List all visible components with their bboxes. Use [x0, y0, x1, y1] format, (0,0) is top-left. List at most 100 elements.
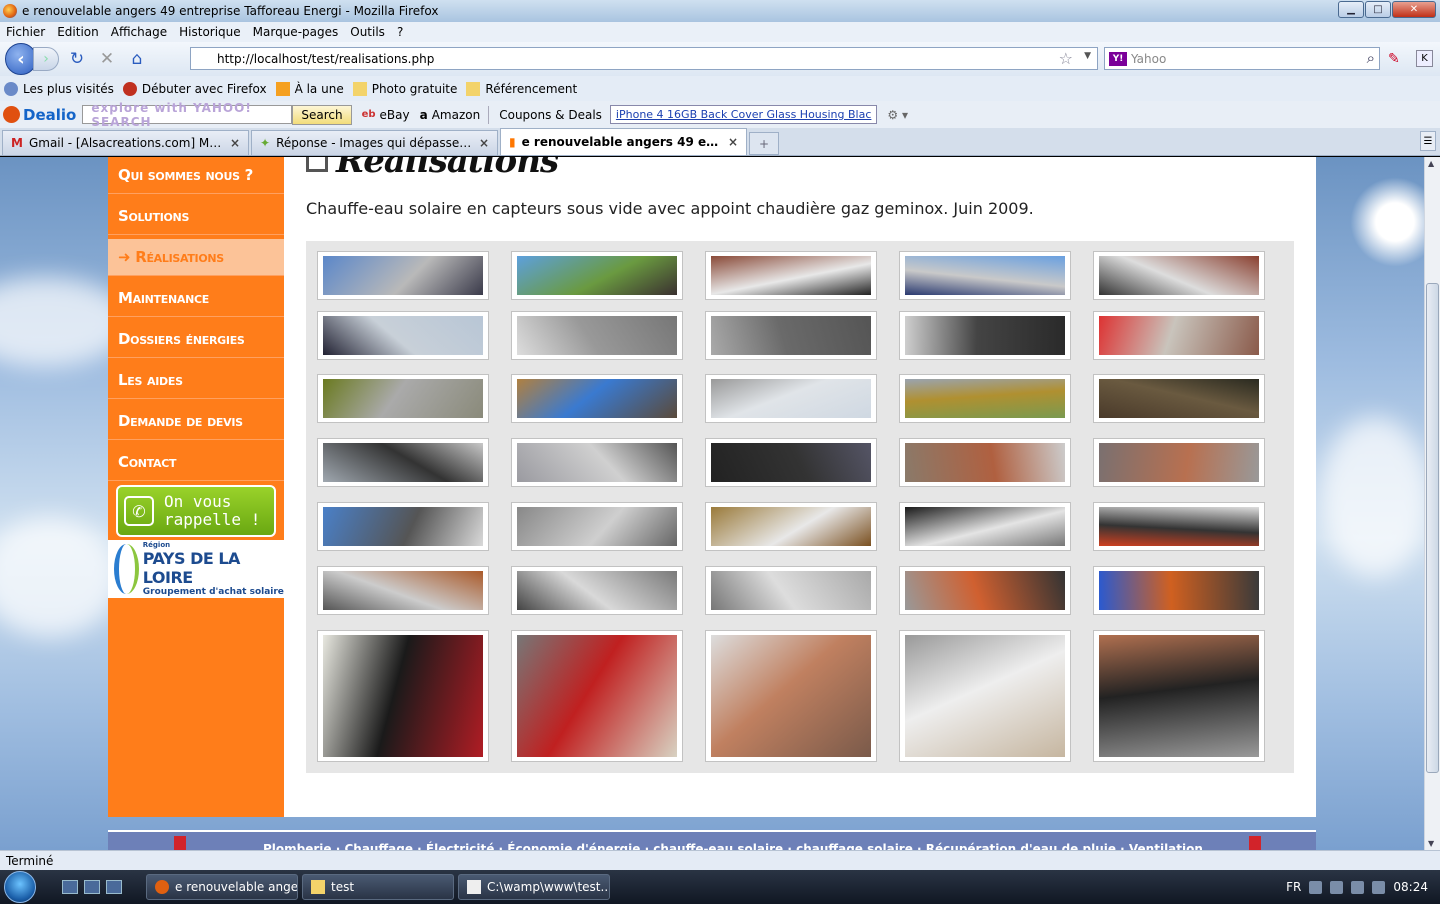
scrollbar-thumb[interactable]	[1426, 283, 1439, 773]
gallery-thumbnail[interactable]	[899, 374, 1071, 423]
gallery-thumbnail[interactable]	[705, 502, 877, 551]
close-window-button[interactable]: ✕	[1392, 1, 1436, 18]
menu-help[interactable]: ?	[397, 25, 403, 39]
dealio-search-button[interactable]: Search	[292, 104, 352, 125]
star-icon[interactable]: ☆	[1059, 49, 1073, 68]
gallery-thumbnail[interactable]	[317, 630, 489, 762]
gallery-thumbnail[interactable]	[705, 630, 877, 762]
gallery-thumbnail[interactable]	[1093, 251, 1265, 300]
close-tab-icon[interactable]: ×	[728, 135, 738, 149]
bookmark-referencement[interactable]: Référencement	[466, 81, 577, 96]
quicklaunch-app-icon[interactable]	[106, 880, 122, 894]
menu-fichier[interactable]: Fichier	[6, 25, 45, 39]
tab-gmail[interactable]: M Gmail - [Alsacreations.com] Mot de... ×	[2, 130, 249, 155]
scroll-up-icon[interactable]: ▲	[1428, 159, 1434, 168]
menu-outils[interactable]: Outils	[350, 25, 385, 39]
gallery-thumbnail[interactable]	[511, 374, 683, 423]
addon-k-icon[interactable]: K	[1416, 50, 1433, 67]
gallery-thumbnail[interactable]	[899, 311, 1071, 360]
gallery-thumbnail[interactable]	[317, 251, 489, 300]
menu-item-qui-sommes-nous[interactable]: Qui sommes nous ?	[108, 157, 284, 194]
new-tab-button[interactable]: +	[749, 132, 779, 155]
gallery-thumbnail[interactable]	[511, 311, 683, 360]
volume-icon[interactable]	[1372, 880, 1386, 894]
gallery-thumbnail[interactable]	[317, 374, 489, 423]
close-tab-icon[interactable]: ×	[479, 136, 489, 150]
show-desktop-icon[interactable]	[62, 880, 78, 894]
search-bar[interactable]: Y! Yahoo ⌕	[1104, 47, 1380, 70]
vertical-scrollbar[interactable]: ▲ ▼	[1424, 157, 1440, 850]
deal-ticker[interactable]: iPhone 4 16GB Back Cover Glass Housing B…	[609, 105, 878, 124]
chevron-down-icon[interactable]: ▼	[1084, 51, 1091, 61]
home-icon[interactable]: ⌂	[125, 47, 149, 71]
menu-item-solutions[interactable]: Solutions	[108, 198, 284, 235]
dealio-logo[interactable]: Dealio	[3, 106, 76, 124]
menu-item-les-aides[interactable]: Les aides	[108, 362, 284, 399]
settings-icon[interactable]: ⚙ ▾	[887, 108, 908, 122]
clock[interactable]: 08:24	[1393, 880, 1428, 894]
tab-current[interactable]: ▮ e renouvelable angers 49 entrepr... ×	[500, 128, 747, 155]
gallery-thumbnail[interactable]	[705, 438, 877, 487]
footer-menu[interactable]: Plomberie · Chauffage · Électricité · Éc…	[263, 842, 1203, 850]
bookmark-most-visited[interactable]: Les plus visités	[4, 81, 114, 96]
yahoo-icon[interactable]: Y!	[1109, 51, 1127, 66]
list-tabs-icon[interactable]: ☰	[1420, 131, 1436, 151]
start-button[interactable]	[0, 870, 40, 904]
dealio-search-input[interactable]: explore with YAHOO! SEARCH	[82, 101, 293, 129]
gallery-thumbnail[interactable]	[705, 374, 877, 423]
bookmark-getting-started[interactable]: Débuter avec Firefox	[122, 81, 267, 96]
coupons-button[interactable]: Coupons & Deals	[499, 108, 602, 122]
gallery-thumbnail[interactable]	[317, 566, 489, 615]
gallery-thumbnail[interactable]	[1093, 438, 1265, 487]
menu-item-realisations[interactable]: ➜ Réalisations	[108, 239, 284, 276]
gallery-thumbnail[interactable]	[511, 502, 683, 551]
url-bar[interactable]: http://localhost/test/realisations.php ☆…	[190, 47, 1098, 70]
gallery-thumbnail[interactable]	[899, 630, 1071, 762]
scroll-down-icon[interactable]: ▼	[1428, 839, 1434, 848]
taskbar-item-editor[interactable]: C:\wamp\www\test...	[458, 874, 610, 900]
gallery-thumbnail[interactable]	[705, 251, 877, 300]
gallery-thumbnail[interactable]	[1093, 311, 1265, 360]
gallery-thumbnail[interactable]	[511, 251, 683, 300]
menu-historique[interactable]: Historique	[179, 25, 241, 39]
amazon-button[interactable]: a Amazon	[420, 108, 481, 122]
gallery-thumbnail[interactable]	[317, 502, 489, 551]
tray-icon[interactable]	[1330, 880, 1344, 894]
gallery-thumbnail[interactable]	[511, 566, 683, 615]
gallery-thumbnail[interactable]	[899, 566, 1071, 615]
search-icon[interactable]: ⌕	[1367, 49, 1375, 67]
menu-edition[interactable]: Edition	[57, 25, 99, 39]
gallery-thumbnail[interactable]	[1093, 502, 1265, 551]
menu-item-maintenance[interactable]: Maintenance	[108, 280, 284, 317]
menu-item-contact[interactable]: Contact	[108, 444, 284, 481]
menu-affichage[interactable]: Affichage	[111, 25, 167, 39]
reload-icon[interactable]: ↻	[65, 47, 89, 71]
gallery-thumbnail[interactable]	[1093, 566, 1265, 615]
gallery-thumbnail[interactable]	[317, 438, 489, 487]
switch-windows-icon[interactable]	[84, 880, 100, 894]
gallery-thumbnail[interactable]	[317, 311, 489, 360]
taskbar-item-firefox[interactable]: e renouvelable ange...	[146, 874, 298, 900]
tray-icon[interactable]	[1309, 880, 1323, 894]
language-indicator[interactable]: FR	[1286, 880, 1301, 894]
region-logo[interactable]: Région PAYS DE LA LOIRE Groupement d'ach…	[108, 540, 284, 598]
stop-icon[interactable]: ✕	[95, 47, 119, 71]
ebay-button[interactable]: eb eBay	[362, 108, 410, 122]
maximize-button[interactable]: □	[1365, 1, 1391, 18]
menu-item-demande-de-devis[interactable]: Demande de devis	[108, 403, 284, 440]
taskbar-item-folder[interactable]: test	[302, 874, 454, 900]
bookmark-headlines[interactable]: À la une	[275, 81, 344, 96]
callback-button[interactable]: ✆ On vous rappelle !	[116, 485, 276, 537]
addon-icon[interactable]: ✎	[1388, 51, 1400, 67]
minimize-button[interactable]: ▁	[1338, 1, 1364, 18]
gallery-thumbnail[interactable]	[705, 566, 877, 615]
tab-reponse[interactable]: ✦ Réponse - Images qui dépassent de ... ×	[251, 130, 498, 155]
network-icon[interactable]	[1351, 880, 1365, 894]
menu-item-dossiers-energies[interactable]: Dossiers énergies	[108, 321, 284, 358]
gallery-thumbnail[interactable]	[1093, 374, 1265, 423]
menu-marque-pages[interactable]: Marque-pages	[253, 25, 339, 39]
gallery-thumbnail[interactable]	[705, 311, 877, 360]
search-input[interactable]: Yahoo	[1131, 52, 1166, 66]
gallery-thumbnail[interactable]	[1093, 630, 1265, 762]
close-tab-icon[interactable]: ×	[230, 136, 240, 150]
